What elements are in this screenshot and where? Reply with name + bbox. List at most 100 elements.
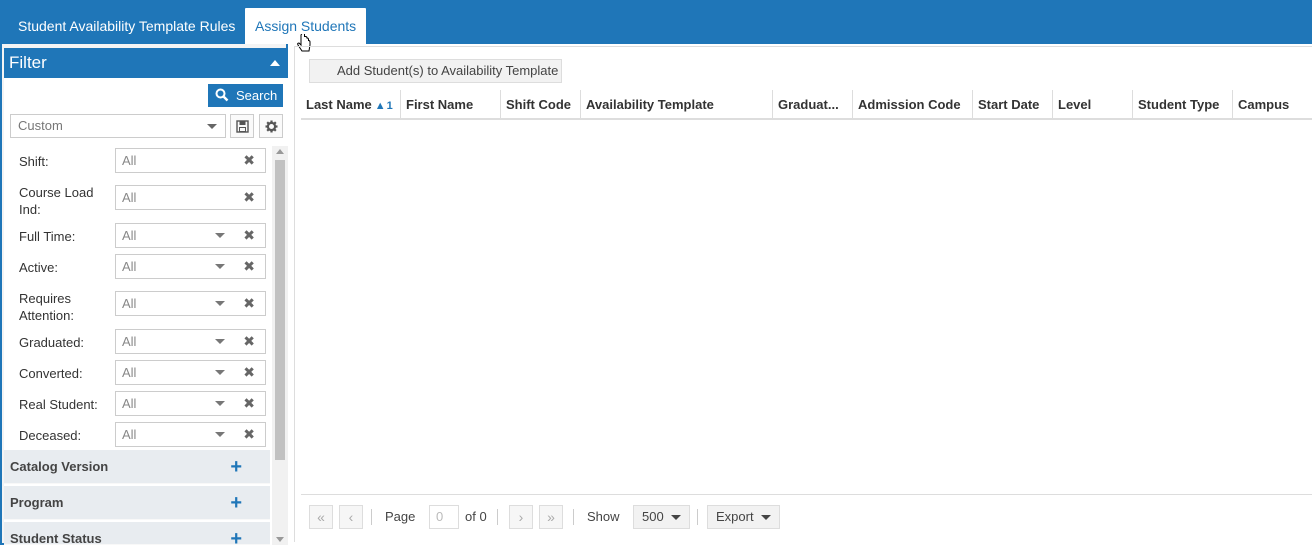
- filter-panel: Filter Search Custom Shift: All ✖ Course…: [0, 44, 288, 545]
- field-value: All: [122, 427, 137, 442]
- filter-label: Shift:: [19, 154, 49, 169]
- clear-icon[interactable]: ✖: [243, 427, 255, 441]
- chevron-down-icon: [761, 515, 771, 520]
- column-first-name[interactable]: First Name: [401, 90, 501, 120]
- filter-label: Graduated:: [19, 335, 85, 350]
- filter-label: Full Time:: [19, 229, 76, 244]
- field-value: All: [122, 365, 137, 380]
- pager-divider: [697, 509, 698, 525]
- expand-plus-icon[interactable]: +: [230, 522, 242, 544]
- real-student-select[interactable]: All ✖: [115, 391, 266, 416]
- field-value: All: [122, 190, 137, 205]
- export-label: Export: [716, 509, 754, 524]
- section-label: Student Status: [10, 531, 102, 545]
- section-label: Program: [10, 495, 64, 510]
- field-value: All: [122, 296, 137, 311]
- last-page-button[interactable]: »: [539, 505, 563, 529]
- filter-title: Filter: [9, 53, 47, 72]
- page-size-value: 500: [642, 509, 664, 524]
- course-load-ind-field[interactable]: All ✖: [115, 185, 266, 210]
- chevron-down-icon: [215, 301, 225, 306]
- section-student-status[interactable]: Student Status +: [4, 522, 270, 545]
- clear-icon[interactable]: ✖: [243, 228, 255, 242]
- shift-field[interactable]: All ✖: [115, 148, 266, 173]
- clear-icon[interactable]: ✖: [243, 334, 255, 348]
- chevron-down-icon: [215, 339, 225, 344]
- show-label: Show: [587, 509, 620, 524]
- expand-plus-icon[interactable]: +: [230, 486, 242, 520]
- first-page-button[interactable]: «: [309, 505, 333, 529]
- chevron-down-icon: [671, 515, 681, 520]
- full-time-select[interactable]: All ✖: [115, 223, 266, 248]
- save-icon: [236, 120, 249, 133]
- field-value: All: [122, 259, 137, 274]
- export-button[interactable]: Export: [707, 505, 780, 529]
- requires-attention-select[interactable]: All ✖: [115, 291, 266, 316]
- sort-order: 1: [386, 100, 393, 112]
- chevron-down-icon: [215, 264, 225, 269]
- column-label: Last Name: [306, 97, 372, 112]
- column-student-type[interactable]: Student Type: [1133, 90, 1233, 120]
- save-filter-button[interactable]: [230, 114, 254, 138]
- page-size-select[interactable]: 500: [633, 505, 690, 529]
- filter-body: Search Custom Shift: All ✖ Course Load I…: [4, 78, 288, 545]
- pager: « ‹ Page 0 of 0 › » Show 500 Export: [301, 494, 1312, 534]
- filter-settings-button[interactable]: [259, 114, 283, 138]
- column-campus[interactable]: Campus: [1233, 90, 1312, 120]
- page-label: Page: [385, 509, 416, 524]
- filter-fields: Shift: All ✖ Course Load Ind: All ✖ Full…: [4, 144, 272, 447]
- column-graduated[interactable]: Graduat...: [773, 90, 853, 120]
- next-page-button[interactable]: ›: [509, 505, 533, 529]
- top-tab-bar: Student Availability Template Rules Assi…: [0, 0, 1312, 44]
- tab-student-availability-template-rules[interactable]: Student Availability Template Rules: [0, 0, 253, 44]
- filter-scrollbar[interactable]: [272, 146, 288, 545]
- scroll-down-icon[interactable]: [276, 537, 284, 542]
- column-level[interactable]: Level: [1053, 90, 1133, 120]
- page-count: of 0: [465, 509, 487, 524]
- deceased-select[interactable]: All ✖: [115, 422, 266, 447]
- converted-select[interactable]: All ✖: [115, 360, 266, 385]
- filter-label: Deceased:: [19, 428, 82, 443]
- clear-icon[interactable]: ✖: [243, 153, 255, 167]
- filter-label: Active:: [19, 260, 59, 275]
- scroll-up-icon[interactable]: [276, 149, 284, 154]
- assign-students-grid-panel: Add Student(s) to Availability Template …: [294, 46, 1312, 542]
- column-last-name[interactable]: Last Name ▲1: [301, 90, 401, 120]
- clear-icon[interactable]: ✖: [243, 190, 255, 204]
- page-input[interactable]: 0: [429, 505, 459, 529]
- field-value: All: [122, 228, 137, 243]
- search-button[interactable]: Search: [208, 84, 283, 107]
- filter-preset-select[interactable]: Custom: [10, 114, 226, 138]
- active-select[interactable]: All ✖: [115, 254, 266, 279]
- column-availability-template[interactable]: Availability Template: [581, 90, 773, 120]
- clear-icon[interactable]: ✖: [243, 259, 255, 273]
- sort-asc-icon: ▲: [374, 100, 386, 112]
- search-icon: [215, 88, 229, 102]
- expand-plus-icon[interactable]: +: [230, 450, 242, 484]
- column-shift-code[interactable]: Shift Code: [501, 90, 581, 120]
- filter-label: Course Load Ind:: [19, 185, 94, 217]
- section-label: Catalog Version: [10, 459, 109, 474]
- collapse-caret-icon[interactable]: [270, 60, 280, 66]
- filter-label: Converted:: [19, 366, 83, 381]
- column-admission-code[interactable]: Admission Code: [853, 90, 973, 120]
- clear-icon[interactable]: ✖: [243, 296, 255, 310]
- column-start-date[interactable]: Start Date: [973, 90, 1053, 120]
- graduated-select[interactable]: All ✖: [115, 329, 266, 354]
- section-program[interactable]: Program +: [4, 486, 270, 520]
- filter-label: Requires Attention:: [19, 291, 74, 323]
- clear-icon[interactable]: ✖: [243, 396, 255, 410]
- search-button-label: Search: [236, 88, 278, 103]
- grid-header: Last Name ▲1 First Name Shift Code Availa…: [301, 90, 1312, 120]
- section-catalog-version[interactable]: Catalog Version +: [4, 450, 270, 484]
- clear-icon[interactable]: ✖: [243, 365, 255, 379]
- gear-icon: [265, 120, 278, 133]
- add-students-button[interactable]: Add Student(s) to Availability Template: [309, 59, 562, 83]
- field-value: All: [122, 334, 137, 349]
- scroll-thumb[interactable]: [275, 160, 285, 460]
- filter-header[interactable]: Filter: [4, 48, 288, 78]
- prev-page-button[interactable]: ‹: [339, 505, 363, 529]
- chevron-down-icon: [215, 401, 225, 406]
- filter-label: Real Student:: [19, 397, 98, 412]
- chevron-down-icon: [215, 233, 225, 238]
